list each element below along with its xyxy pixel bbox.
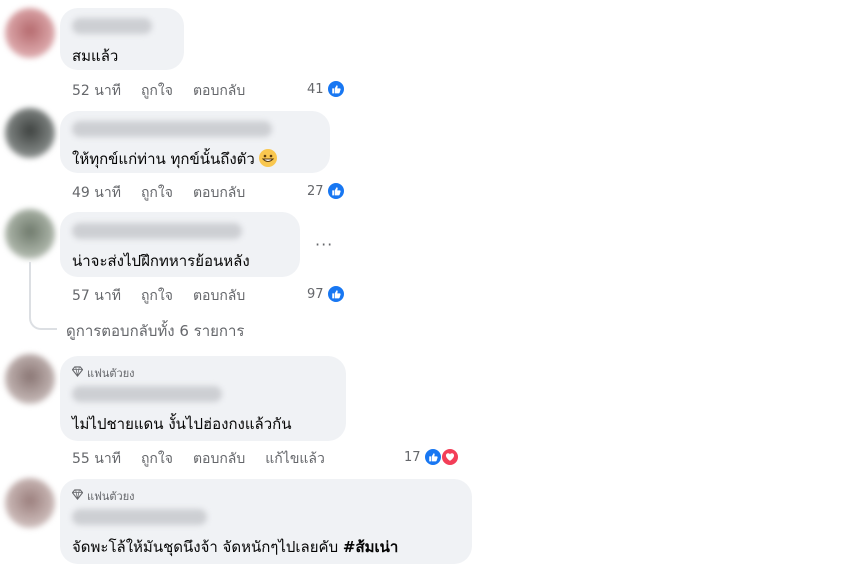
comment-bubble: ให้ทุกข์แก่ท่าน ทุกข์นั้นถึงตัว: [60, 111, 330, 173]
reaction-count: 27: [307, 183, 324, 199]
view-replies-link[interactable]: ดูการตอบกลับทั้ง 6 รายการ: [66, 319, 245, 343]
comment-text: สมแล้ว: [72, 47, 119, 65]
reaction-summary[interactable]: 97: [307, 285, 345, 303]
like-icon: [326, 182, 345, 200]
comment-actions: 52 นาที ถูกใจ ตอบกลับ: [72, 81, 265, 101]
comment-actions: 49 นาที ถูกใจ ตอบกลับ: [72, 183, 265, 203]
more-options-button[interactable]: ···: [315, 235, 333, 254]
badge-label: แฟนตัวยง: [87, 367, 135, 380]
commenter-avatar[interactable]: [5, 209, 55, 259]
comment-bubble: สมแล้ว: [60, 8, 184, 70]
commenter-name-blurred[interactable]: [72, 386, 222, 402]
hashtag-link[interactable]: #ส้มเน่า: [343, 538, 398, 556]
reaction-summary[interactable]: 17: [404, 448, 459, 466]
reply-thread-line: [29, 262, 57, 330]
reaction-summary[interactable]: 27: [307, 182, 345, 200]
like-button[interactable]: ถูกใจ: [141, 448, 173, 470]
like-button[interactable]: ถูกใจ: [141, 80, 173, 102]
comment-actions: 57 นาที ถูกใจ ตอบกลับ: [72, 286, 265, 306]
comment-bubble: น่าจะส่งไปฝึกทหารย้อนหลัง: [60, 212, 300, 277]
reply-button[interactable]: ตอบกลับ: [193, 80, 245, 102]
like-icon: [326, 80, 345, 98]
reply-button[interactable]: ตอบกลับ: [193, 448, 245, 470]
reaction-count: 41: [307, 81, 324, 97]
like-icon: [326, 285, 345, 303]
comment-bubble: แฟนตัวยง ไม่ไปชายแดน งั้นไปฮ่องกงแล้วกัน: [60, 356, 346, 441]
reaction-count: 17: [404, 449, 421, 465]
comment-text: ไม่ไปชายแดน งั้นไปฮ่องกงแล้วกัน: [72, 415, 292, 433]
edited-label[interactable]: แก้ไขแล้ว: [265, 448, 325, 470]
diamond-icon: [71, 366, 84, 380]
like-icon: [423, 448, 442, 466]
like-button[interactable]: ถูกใจ: [141, 182, 173, 204]
comment-time[interactable]: 57 นาที: [72, 285, 121, 307]
commenter-avatar[interactable]: [5, 8, 55, 58]
comment-time[interactable]: 55 นาที: [72, 448, 121, 470]
reaction-summary[interactable]: 41: [307, 80, 345, 98]
heart-icon: [440, 448, 459, 466]
comment-text: จัดพะโล้ให้มันชุดนึงจ้า จัดหนักๆไปเลยคับ…: [72, 538, 399, 556]
commenter-name-blurred[interactable]: [72, 18, 152, 34]
comment-actions: 55 นาที ถูกใจ ตอบกลับ แก้ไขแล้ว: [72, 449, 345, 469]
reaction-count: 97: [307, 286, 324, 302]
commenter-name-blurred[interactable]: [72, 509, 207, 525]
comment-bubble: แฟนตัวยง จัดพะโล้ให้มันชุดนึงจ้า จัดหนัก…: [60, 479, 472, 564]
badge-label: แฟนตัวยง: [87, 490, 135, 503]
top-fan-badge: แฟนตัวยง: [71, 487, 135, 505]
like-button[interactable]: ถูกใจ: [141, 285, 173, 307]
reply-button[interactable]: ตอบกลับ: [193, 182, 245, 204]
reply-button[interactable]: ตอบกลับ: [193, 285, 245, 307]
comment-time[interactable]: 52 นาที: [72, 80, 121, 102]
commenter-name-blurred[interactable]: [72, 121, 272, 137]
top-fan-badge: แฟนตัวยง: [71, 364, 135, 382]
comment-time[interactable]: 49 นาที: [72, 182, 121, 204]
commenter-name-blurred[interactable]: [72, 223, 242, 239]
comment-text: น่าจะส่งไปฝึกทหารย้อนหลัง: [72, 252, 250, 270]
commenter-avatar[interactable]: [5, 108, 55, 158]
grinning-face-emoji: [258, 149, 277, 167]
commenter-avatar[interactable]: [5, 354, 55, 404]
diamond-icon: [71, 489, 84, 503]
commenter-avatar[interactable]: [5, 478, 55, 528]
comment-text: ให้ทุกข์แก่ท่าน ทุกข์นั้นถึงตัว: [72, 147, 277, 171]
